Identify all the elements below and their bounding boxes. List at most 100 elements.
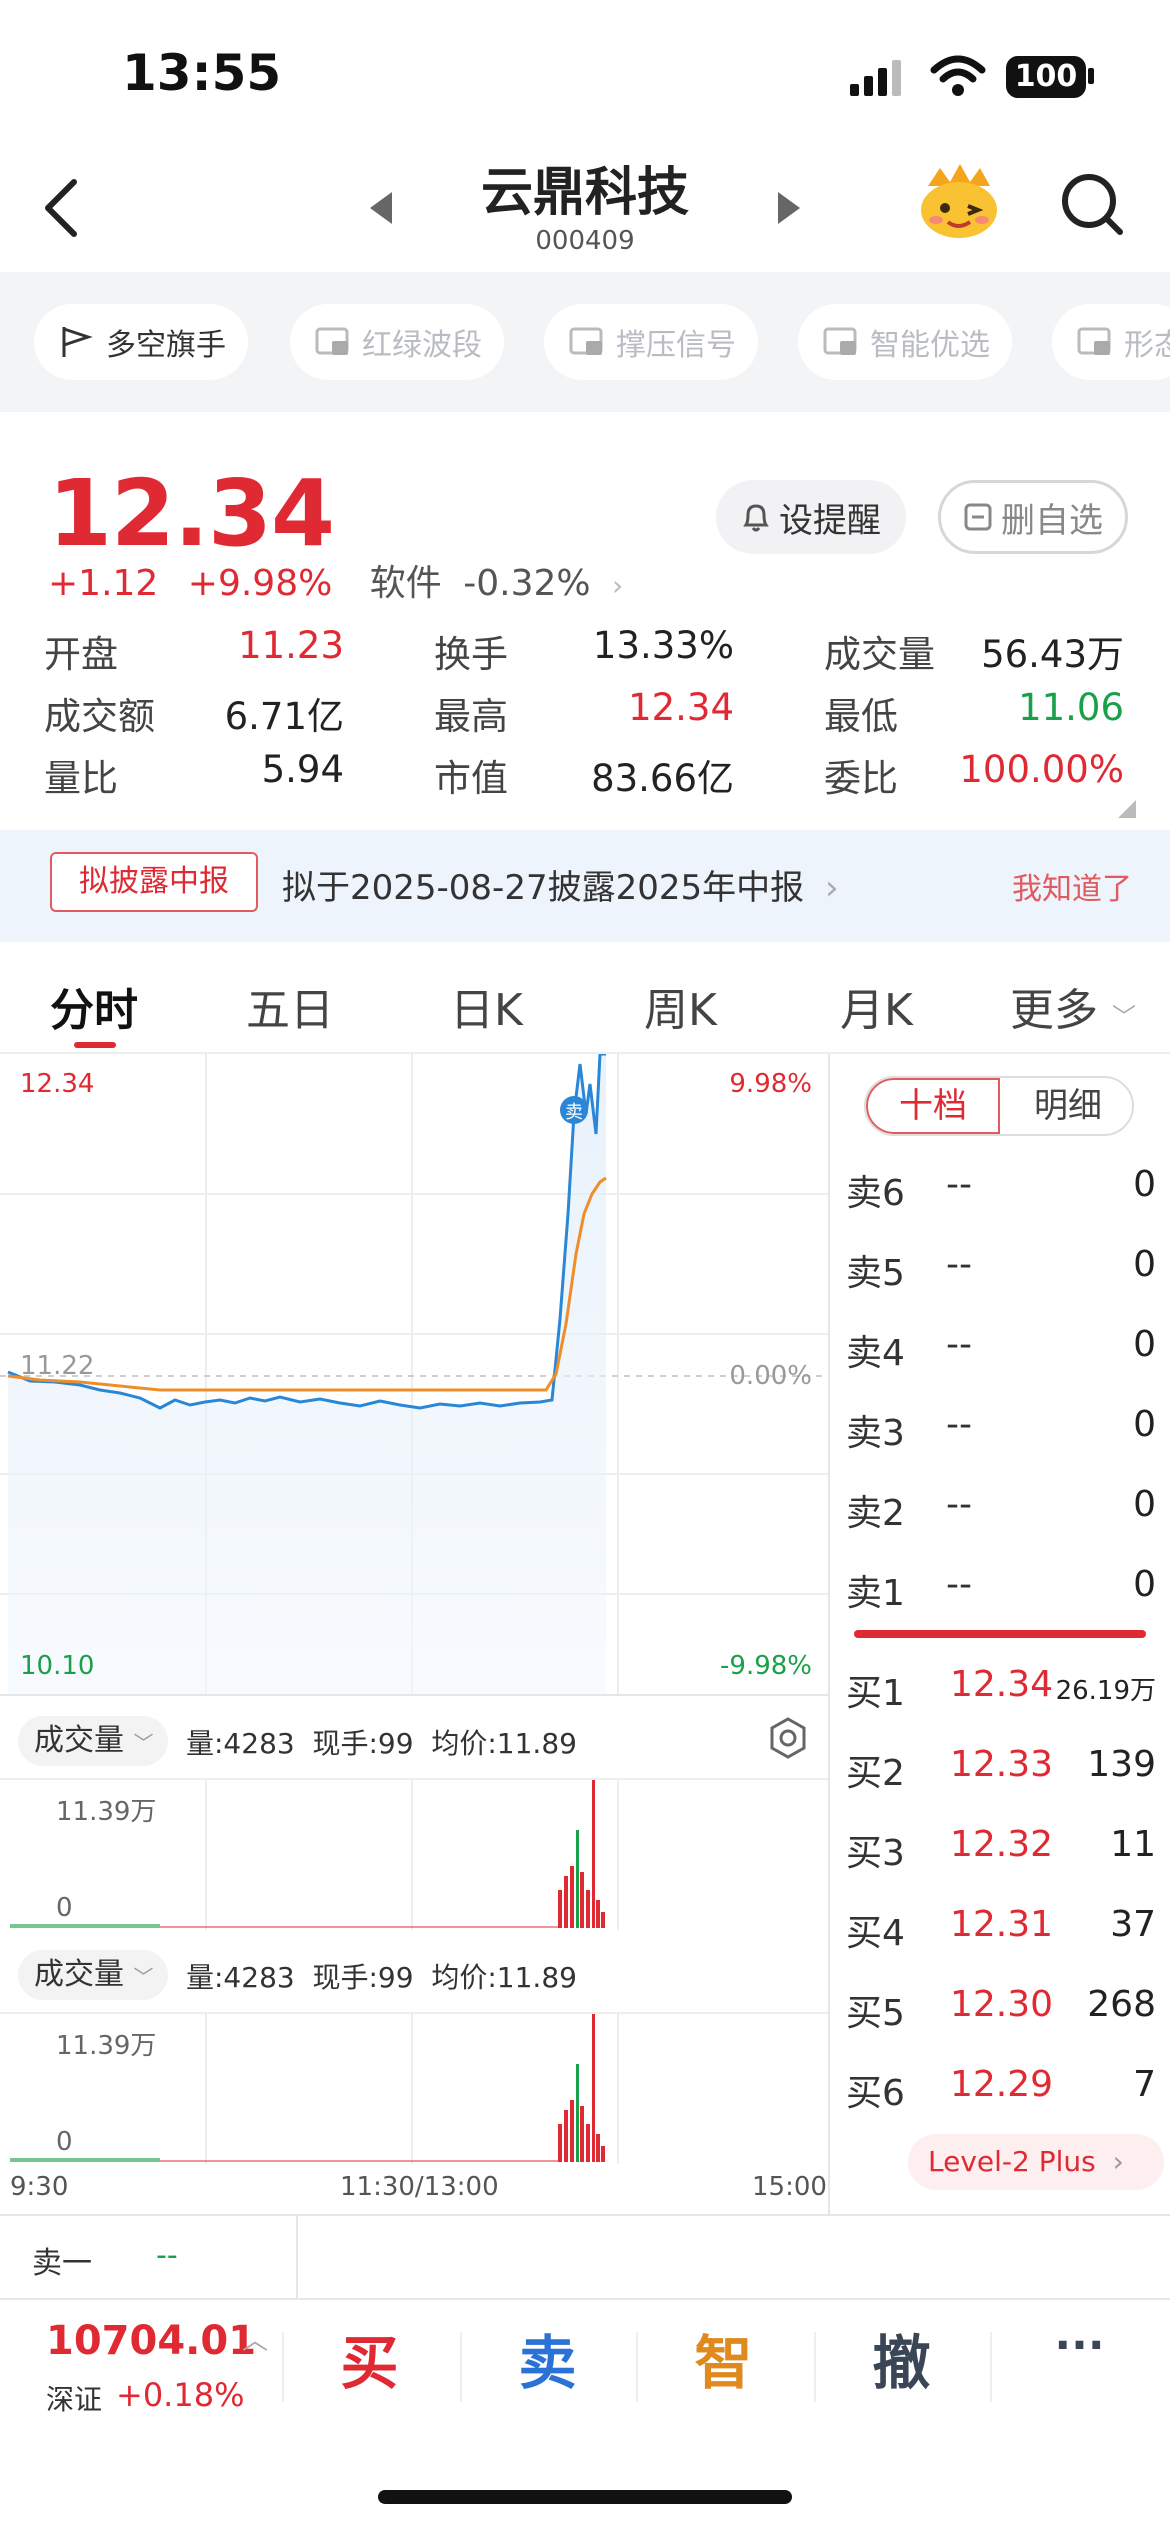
chevron-right-icon: ›: [824, 868, 839, 908]
level2-plus-button[interactable]: Level-2 Plus ›: [908, 2134, 1164, 2190]
volume-info: 量:4283 现手:99 均价:11.89: [186, 1727, 577, 1760]
nav-bar: 云鼎科技 000409: [0, 130, 1170, 270]
bid-label: 买3: [846, 1833, 905, 1874]
chevron-down-icon: ﹀: [1112, 1003, 1136, 1031]
ask-price: --: [946, 1324, 972, 1365]
stat-label: 量比: [44, 757, 118, 800]
expand-corner-icon[interactable]: [1118, 800, 1136, 818]
volume-chart: 11.39万 0: [10, 1780, 619, 1930]
y-axis-high-pct: 9.98%: [729, 1069, 812, 1099]
volume-panel: 成交量 ﹀ 量:4283 现手:99 均价:11.89 11.39万 0: [0, 1930, 828, 2164]
bid-row: 买4 12.31 37: [846, 1904, 1156, 1954]
bid-volume: 268: [1087, 1984, 1156, 2025]
search-icon[interactable]: [1060, 172, 1126, 238]
lock-chart-icon: [1077, 327, 1111, 355]
ask-volume: 0: [1133, 1564, 1156, 1605]
tab-intraday[interactable]: 分时: [50, 974, 138, 1038]
bid-label: 买2: [846, 1753, 905, 1794]
stat-value: 12.34: [628, 686, 734, 729]
y-axis-high: 12.34: [20, 1069, 94, 1099]
ask-row: 卖2 -- 0: [846, 1484, 1156, 1534]
notice-text-label: 拟于2025-08-27披露2025年中报: [282, 868, 805, 908]
ask-price: --: [946, 1484, 972, 1525]
price-chart[interactable]: 卖 12.34 9.98% 11.22 0.00% 10.10 -9.98%: [0, 1054, 828, 1694]
x-axis-mid: 11:30/13:00: [340, 2172, 499, 2202]
mascot-icon[interactable]: [918, 164, 1000, 240]
wifi-icon: [930, 55, 986, 96]
y-axis-mid: 11.22: [20, 1351, 94, 1381]
price-change-pct: +9.98%: [187, 563, 333, 604]
flag-icon: [62, 327, 93, 357]
chip-pattern[interactable]: 形态: [1052, 304, 1170, 380]
bid-volume: 11: [1110, 1824, 1156, 1865]
status-time: 13:55: [122, 44, 282, 102]
ask-label: 卖6: [846, 1173, 905, 1214]
volume-indicator-label: 成交量: [34, 1957, 124, 1992]
tab-trade-detail[interactable]: 明细: [1000, 1078, 1132, 1134]
bid-price: 12.29: [950, 2064, 1054, 2105]
bid-row: 买1 12.34 26.19万: [846, 1664, 1156, 1714]
chip-label: 多空旗手: [106, 328, 226, 363]
volume-indicator-label: 成交量: [34, 1723, 124, 1758]
ask-volume: 0: [1133, 1164, 1156, 1205]
buy-button[interactable]: 买: [282, 2316, 457, 2400]
status-bar: 13:55 100: [0, 0, 1170, 140]
quote-panel: 12.34 +1.12 +9.98% 软件 -0.32% › 设提醒 删自选 开…: [0, 412, 1170, 832]
chip-label: 撑压信号: [616, 328, 736, 363]
index-value[interactable]: 10704.01: [46, 2318, 256, 2364]
bid-price: 12.31: [950, 1904, 1054, 1945]
ask-price: --: [946, 1244, 972, 1285]
bid-row: 买6 12.29 7: [846, 2064, 1156, 2114]
battery-tip: [1088, 68, 1094, 84]
chip-bull-bear-flag[interactable]: 多空旗手: [34, 304, 248, 380]
stat-label: 成交量: [824, 633, 935, 676]
chip-smart-pick[interactable]: 智能优选: [798, 304, 1012, 380]
chevron-down-icon: ﹀: [133, 1731, 154, 1755]
tab-weekly-k[interactable]: 周K: [644, 974, 717, 1038]
cellular-signal-icon: [850, 60, 901, 96]
intraday-chart-area[interactable]: 卖 12.34 9.98% 11.22 0.00% 10.10 -9.98% 成…: [0, 1054, 830, 2214]
notice-dismiss-button[interactable]: 我知道了: [1012, 864, 1132, 908]
bid-price: 12.32: [950, 1824, 1054, 1865]
volume-zero-label: 0: [56, 1893, 73, 1923]
settings-icon[interactable]: [766, 1716, 810, 1760]
volume-indicator-selector[interactable]: 成交量 ﹀: [18, 1950, 168, 2000]
price-change: +1.12: [48, 563, 159, 604]
volume-indicator-selector[interactable]: 成交量 ﹀: [18, 1716, 168, 1766]
stat-value: 56.43万: [981, 633, 1124, 676]
tab-daily-k[interactable]: 日K: [450, 974, 523, 1038]
smart-trade-button[interactable]: 智: [636, 2316, 811, 2400]
tab-ten-levels[interactable]: 十档: [866, 1078, 1000, 1134]
next-stock-icon[interactable]: [774, 190, 804, 226]
stat-label: 成交额: [44, 695, 155, 738]
ask-label: 卖4: [846, 1333, 905, 1374]
index-change-pct: +0.18%: [116, 2376, 245, 2414]
bid-row: 买3 12.32 11: [846, 1824, 1156, 1874]
sell-button[interactable]: 卖: [460, 2316, 635, 2400]
ask-row: 卖1 -- 0: [846, 1564, 1156, 1614]
stat-label: 最高: [434, 695, 508, 738]
ask-row: 卖3 -- 0: [846, 1404, 1156, 1454]
stat-volume-ratio: 量比 5.94: [44, 748, 344, 800]
more-actions-button[interactable]: ···: [992, 2320, 1167, 2371]
set-alert-button[interactable]: 设提醒: [716, 480, 906, 554]
ask-label: 卖1: [846, 1573, 905, 1614]
tab-five-day[interactable]: 五日: [246, 974, 334, 1038]
stat-value: 11.06: [1018, 686, 1124, 729]
bid-label: 买4: [846, 1913, 905, 1954]
tab-more[interactable]: 更多 ﹀: [1010, 974, 1136, 1038]
ask-price: --: [946, 1404, 972, 1445]
battery-icon: 100: [1006, 56, 1086, 98]
notice-text[interactable]: 拟于2025-08-27披露2025年中报 ›: [282, 860, 839, 909]
x-axis-end: 15:00: [752, 2172, 827, 2202]
chip-support-resistance[interactable]: 撑压信号: [544, 304, 758, 380]
stat-label: 市值: [434, 757, 508, 800]
minus-square-icon: [964, 503, 992, 531]
remove-watchlist-button[interactable]: 删自选: [938, 480, 1128, 554]
chip-red-green-band[interactable]: 红绿波段: [290, 304, 504, 380]
remove-watchlist-label: 删自选: [1001, 500, 1103, 541]
chevron-up-icon[interactable]: ︿: [242, 2320, 268, 2357]
sector-name[interactable]: 软件: [370, 563, 442, 604]
cancel-order-button[interactable]: 撤: [814, 2316, 989, 2400]
tab-monthly-k[interactable]: 月K: [840, 974, 913, 1038]
